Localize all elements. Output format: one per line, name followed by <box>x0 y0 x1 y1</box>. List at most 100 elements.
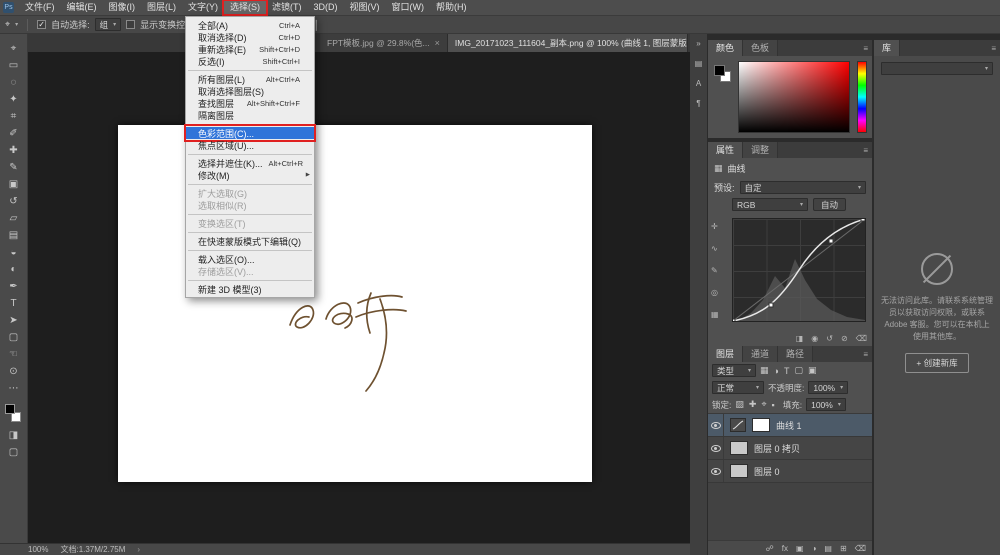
clip-to-layer-icon[interactable]: ◨ <box>796 334 804 343</box>
menubar-item[interactable]: 图层(L) <box>141 0 182 16</box>
curve-point[interactable] <box>769 303 773 307</box>
menubar-item[interactable]: 编辑(E) <box>61 0 103 16</box>
draw-curve-icon[interactable]: ✎ <box>711 266 719 275</box>
curve-point[interactable] <box>829 239 833 243</box>
saturation-brightness-field[interactable] <box>738 61 850 133</box>
clone-stamp-tool[interactable]: ▣ <box>0 176 28 193</box>
panel-menu-icon[interactable]: ≡ <box>863 146 868 155</box>
targeted-adjustment-icon[interactable]: ✛ <box>711 222 719 231</box>
panel-menu-icon[interactable]: ≡ <box>863 350 868 359</box>
eyedropper-tool[interactable]: ✐ <box>0 125 28 142</box>
quick-mask-icon[interactable]: ◨ <box>0 427 28 444</box>
character-panel-icon[interactable]: A <box>696 79 701 88</box>
layer-row[interactable]: 图层 0 拷贝 <box>708 437 872 460</box>
panel-tab[interactable]: 颜色 <box>708 40 743 56</box>
layer-row[interactable]: 曲线 1 <box>708 414 872 437</box>
menubar-item[interactable]: 视图(V) <box>344 0 386 16</box>
select-menu-item[interactable]: 存储选区(V)... <box>186 265 314 277</box>
panel-tab[interactable]: 属性 <box>708 142 743 158</box>
edit-toolbar-icon[interactable]: ⋯ <box>0 380 28 397</box>
dodge-tool[interactable]: ◐ <box>0 261 28 278</box>
curves-graph[interactable] <box>732 218 866 322</box>
layer-visibility-toggle[interactable] <box>708 414 724 436</box>
select-menu-item[interactable]: 选取相似(R) <box>186 199 314 211</box>
hue-slider[interactable] <box>857 61 867 133</box>
marquee-tool[interactable]: ▭ <box>0 57 28 74</box>
filter-adjustment-layers-icon[interactable]: ◑ <box>774 366 779 376</box>
smooth-curve-icon[interactable]: ◎ <box>711 288 719 297</box>
select-menu-item[interactable]: 取消选择图层(S) <box>186 85 314 97</box>
lock-pixels-icon[interactable]: ✚ <box>749 399 757 410</box>
menubar-item[interactable]: 文件(F) <box>19 0 61 16</box>
preset-dropdown[interactable]: 自定 ▾ <box>740 181 866 194</box>
create-library-button[interactable]: + 创建新库 <box>905 353 968 373</box>
status-expand-icon[interactable]: › <box>137 545 140 554</box>
curve-point[interactable] <box>861 219 865 221</box>
layer-visibility-toggle[interactable] <box>708 437 724 459</box>
color-swatches[interactable] <box>0 400 28 427</box>
pen-tool[interactable]: ✒ <box>0 278 28 295</box>
menubar-item[interactable]: 文字(Y) <box>182 0 224 16</box>
tool-preset-caret-icon[interactable]: ▾ <box>15 21 18 28</box>
path-selection-tool[interactable]: ➤ <box>0 312 28 329</box>
library-select-dropdown[interactable]: ▾ <box>881 62 993 75</box>
healing-brush-tool[interactable]: ✚ <box>0 142 28 159</box>
select-menu-item[interactable]: 新建 3D 模型(3) <box>186 283 314 295</box>
collapse-panels-icon[interactable]: » <box>696 39 700 48</box>
fill-dropdown[interactable]: 100% ▾ <box>806 398 846 411</box>
layer-filter-dropdown[interactable]: 类型 ▾ <box>712 364 756 377</box>
delete-adjustment-icon[interactable]: ⌫ <box>856 334 867 343</box>
select-menu-item[interactable]: 色彩范围(C)... <box>186 127 314 139</box>
select-menu-item[interactable]: 载入选区(O)... <box>186 253 314 265</box>
lock-all-icon[interactable]: ▪ <box>772 400 775 410</box>
history-brush-tool[interactable]: ↺ <box>0 193 28 210</box>
foreground-color-chip[interactable] <box>714 65 725 76</box>
blend-mode-dropdown[interactable]: 正常 ▾ <box>712 381 764 394</box>
document-tab[interactable]: FPT模板.jpg @ 29.8%(色... × <box>320 34 448 52</box>
new-group-icon[interactable]: ▤ <box>824 544 832 553</box>
panel-tab[interactable]: 色板 <box>743 40 778 56</box>
panel-tab[interactable]: 图层 <box>708 346 743 362</box>
document-tab[interactable]: IMG_20171023_111604_副本.png @ 100% (曲线 1,… <box>448 34 688 52</box>
select-menu-item[interactable]: 反选(I) Shift+Ctrl+I <box>186 55 314 67</box>
reset-icon[interactable]: ↺ <box>826 334 833 343</box>
curve-point[interactable] <box>733 319 735 321</box>
quick-selection-tool[interactable]: ✦ <box>0 91 28 108</box>
panel-menu-icon[interactable]: ≡ <box>991 44 996 53</box>
previous-state-icon[interactable]: ⊘ <box>841 334 848 343</box>
menubar-item[interactable]: 图像(I) <box>103 0 142 16</box>
menubar-item[interactable]: 选择(S) <box>224 0 266 16</box>
filter-pixel-layers-icon[interactable]: ▦ <box>760 365 769 376</box>
zoom-level[interactable]: 100% <box>28 545 48 554</box>
auto-select-target-dropdown[interactable]: 组 ▾ <box>95 18 122 31</box>
auto-button[interactable]: 自动 <box>813 198 846 211</box>
type-tool[interactable]: T <box>0 295 28 312</box>
zoom-tool[interactable]: ⊙ <box>0 363 28 380</box>
foreground-color-swatch[interactable] <box>5 404 15 414</box>
auto-select-checkbox[interactable]: ✓ <box>37 20 46 29</box>
visibility-icon[interactable]: ◉ <box>811 334 818 343</box>
paragraph-panel-icon[interactable]: ¶ <box>696 99 700 108</box>
blur-tool[interactable]: ◒ <box>0 244 28 261</box>
filter-type-layers-icon[interactable]: T <box>784 366 790 376</box>
select-menu-item[interactable]: 查找图层 Alt+Shift+Ctrl+F <box>186 97 314 109</box>
menubar-item[interactable]: 帮助(H) <box>430 0 473 16</box>
panel-tab[interactable]: 调整 <box>743 142 778 158</box>
canvas-area[interactable] <box>28 52 690 543</box>
layer-row[interactable]: 图层 0 <box>708 460 872 483</box>
select-menu-item[interactable]: 扩大选取(G) <box>186 187 314 199</box>
lock-transparency-icon[interactable]: ▨ <box>735 399 744 410</box>
crop-tool[interactable]: ⌗ <box>0 108 28 125</box>
filter-smart-objects-icon[interactable]: ▣ <box>808 365 817 376</box>
add-layer-mask-icon[interactable]: ▣ <box>796 544 804 553</box>
select-menu-item[interactable]: 变换选区(T) <box>186 217 314 229</box>
menubar-item[interactable]: 窗口(W) <box>386 0 431 16</box>
edit-points-icon[interactable]: ∿ <box>711 244 719 253</box>
close-tab-icon[interactable]: × <box>435 38 440 48</box>
gradient-tool[interactable]: ▤ <box>0 227 28 244</box>
select-menu-item[interactable]: 选择并遮住(K)... Alt+Ctrl+R <box>186 157 314 169</box>
menubar-item[interactable]: 滤镜(T) <box>266 0 308 16</box>
channel-dropdown[interactable]: RGB ▾ <box>732 198 808 211</box>
panel-tab[interactable]: 库 <box>874 40 900 56</box>
select-menu-item[interactable]: 修改(M) <box>186 169 314 181</box>
